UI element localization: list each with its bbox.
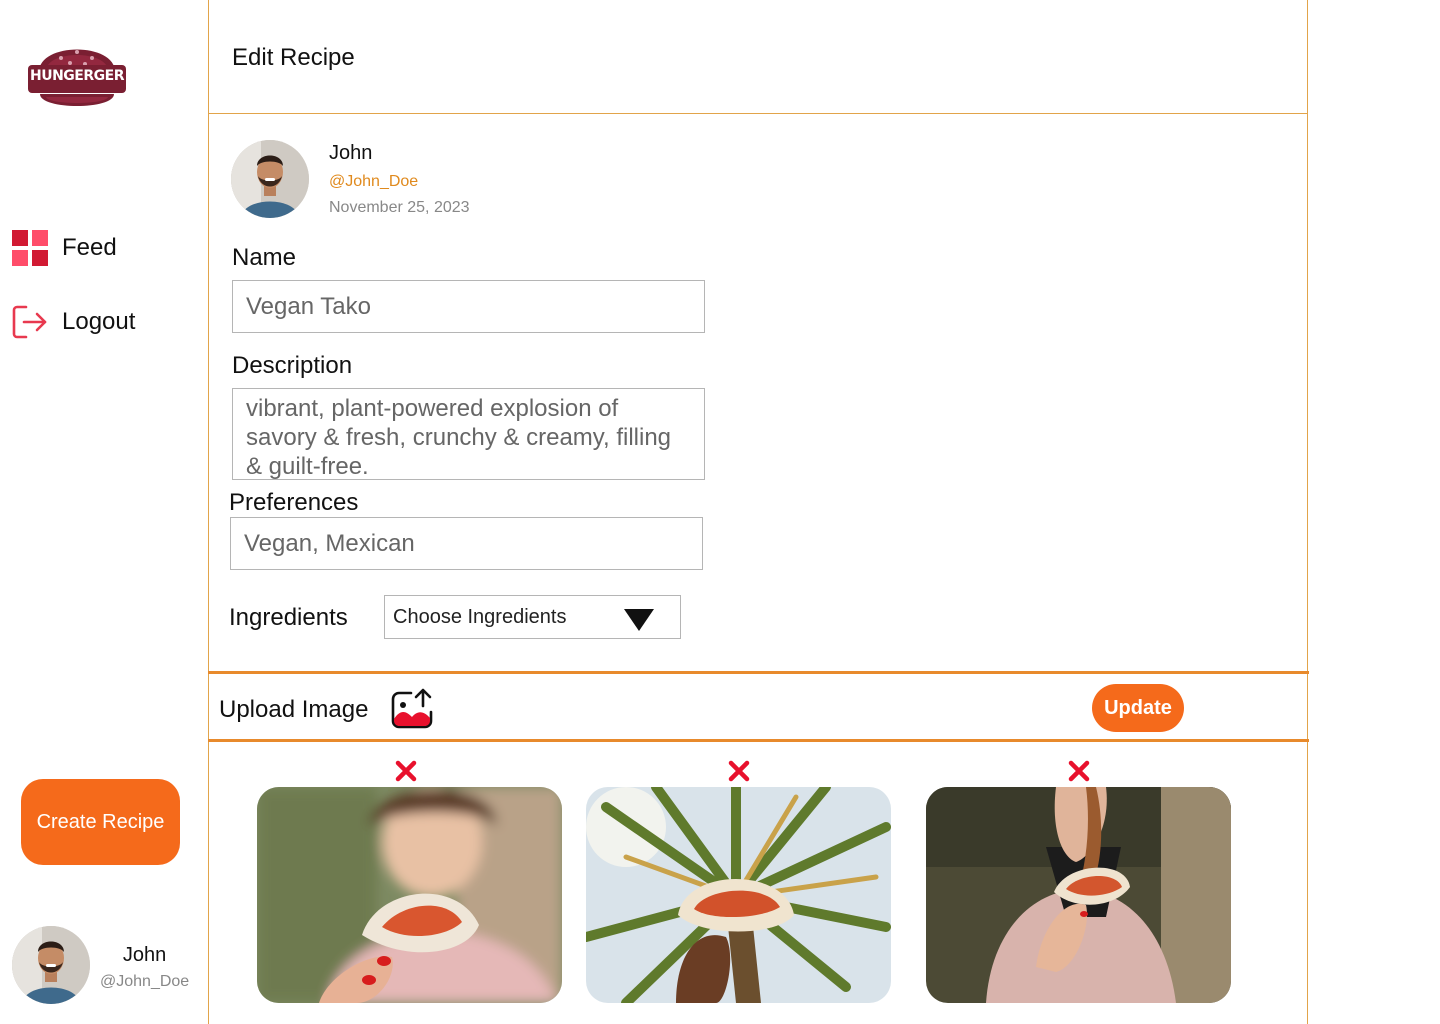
update-button[interactable]: Update (1092, 684, 1184, 732)
avatar (231, 140, 309, 218)
recipe-image-3[interactable] (926, 787, 1231, 1003)
name-field[interactable]: Vegan Tako (232, 280, 705, 333)
author-name: John (329, 142, 373, 164)
recipe-image-1[interactable] (257, 787, 562, 1003)
sidebar-item-logout[interactable]: Logout (12, 304, 135, 340)
logo-text: HUNGERGER (30, 68, 124, 84)
header-bar: Edit Recipe (209, 0, 1308, 114)
preferences-label: Preferences (229, 489, 359, 516)
remove-image-2-icon[interactable] (728, 760, 750, 782)
remove-image-1-icon[interactable] (395, 760, 417, 782)
sidebar-item-feed[interactable]: Feed (12, 230, 117, 266)
page-title: Edit Recipe (232, 44, 355, 71)
preferences-field[interactable]: Vegan, Mexican (230, 517, 703, 570)
upload-label: Upload Image (219, 696, 369, 723)
chevron-down-icon (624, 609, 654, 631)
recipe-image-2[interactable] (586, 787, 891, 1003)
ingredients-label: Ingredients (229, 604, 348, 631)
sidebar-item-label: Logout (62, 308, 136, 335)
hungerger-logo[interactable]: HUNGERGER (26, 32, 128, 116)
sidebar-user-handle: @John_Doe (100, 972, 190, 990)
sidebar-user-name: John (122, 943, 167, 966)
remove-image-3-icon[interactable] (1068, 760, 1090, 782)
upload-bar: Upload Image Update (208, 671, 1309, 742)
name-label: Name (232, 244, 297, 271)
description-label: Description (232, 352, 353, 379)
ingredients-placeholder: Choose Ingredients (393, 605, 567, 628)
author-info: John @John_Doe November 25, 2023 (231, 140, 470, 218)
sidebar: HUNGERGER Feed Logout Create Recipe John… (0, 0, 208, 1024)
sidebar-item-label: Feed (62, 234, 117, 261)
logout-icon (12, 304, 48, 340)
avatar (12, 926, 90, 1004)
author-handle: @John_Doe (329, 173, 419, 190)
post-date: November 25, 2023 (329, 199, 470, 216)
grid-icon (12, 230, 48, 266)
upload-image-icon[interactable] (391, 688, 435, 732)
description-field[interactable]: vibrant, plant-powered explosion of savo… (232, 388, 705, 480)
create-recipe-button[interactable]: Create Recipe (21, 779, 180, 865)
main-panel: Edit Recipe John @John_Doe November 25, … (208, 0, 1309, 1024)
ingredients-dropdown[interactable]: Choose Ingredients (384, 595, 681, 639)
sidebar-user-profile[interactable]: John @John_Doe (12, 926, 189, 1004)
